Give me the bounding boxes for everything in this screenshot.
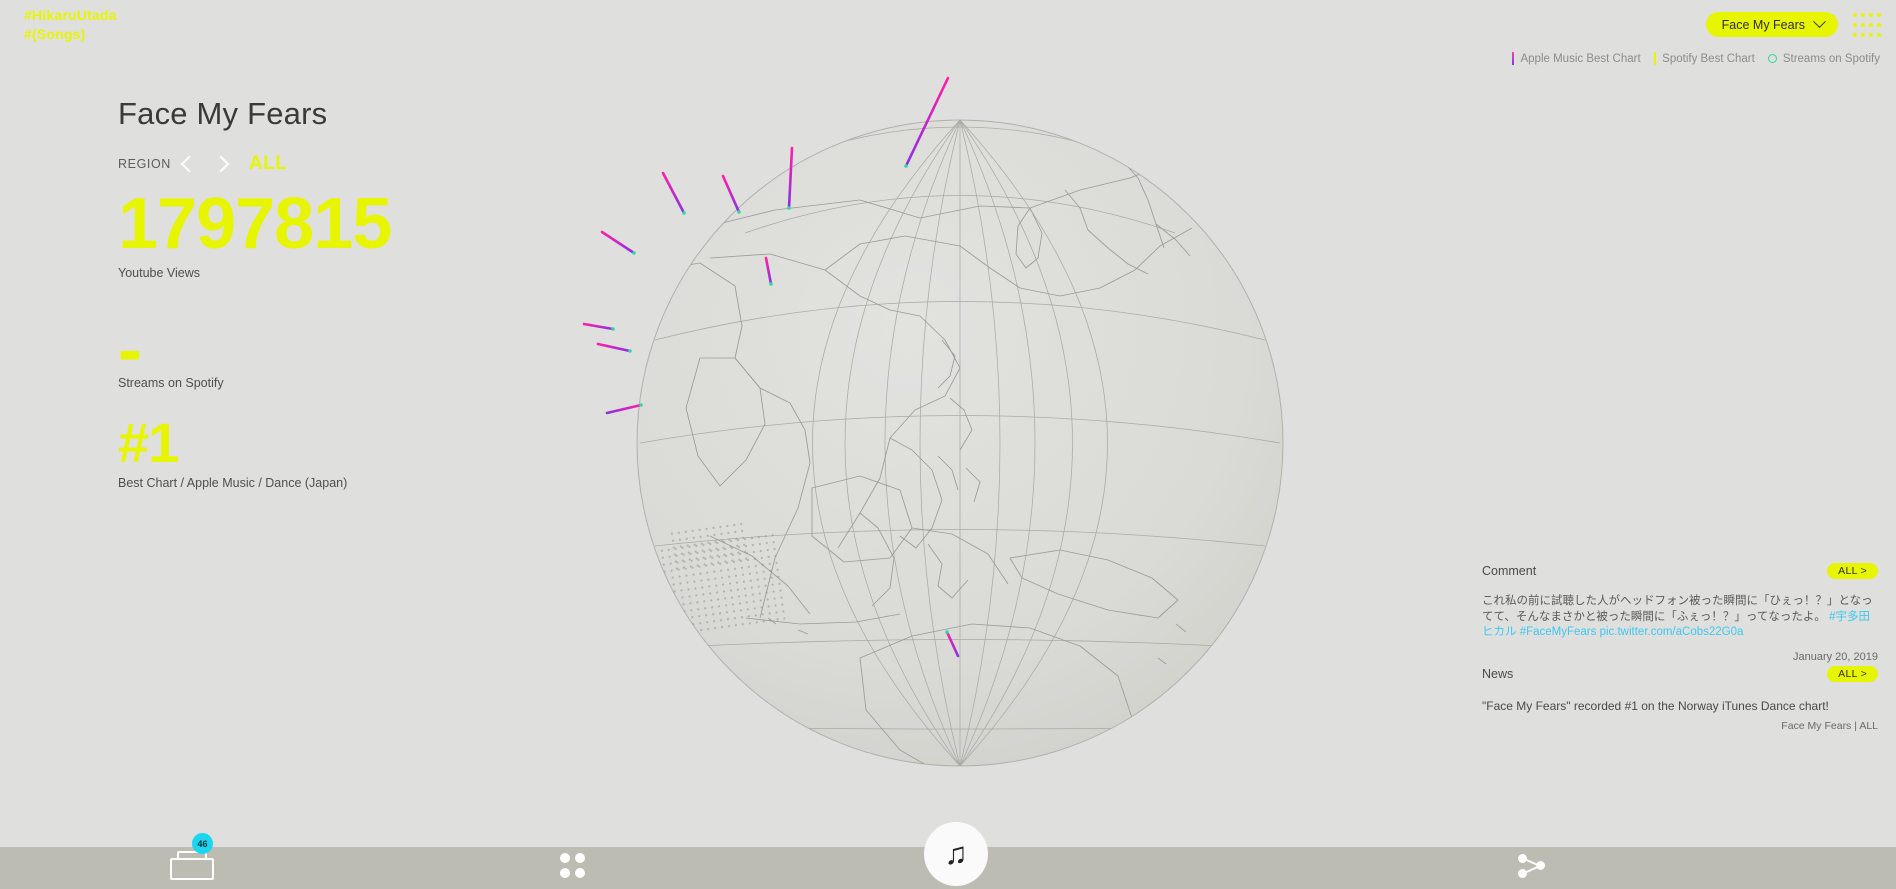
globe-marker-line — [582, 322, 615, 331]
grid-dot — [1860, 32, 1865, 37]
comment-text: これ私の前に試聴した人がヘッドフォン被った瞬間に「ひぇっ！？」となってて、そんな… — [1482, 595, 1873, 623]
globe-marker-line — [661, 171, 686, 215]
grid-dot — [1860, 13, 1865, 18]
news-header: News ALL > — [1482, 663, 1878, 685]
hashtag-block: #HikaruUtada #(Songs) — [24, 6, 117, 44]
globe-marker-line — [596, 342, 632, 353]
legend-marker-bar-icon — [1511, 52, 1515, 65]
metric-value: 1797815 — [118, 184, 392, 264]
quad-dot — [575, 853, 585, 863]
globe-marker-point — [682, 211, 686, 215]
globe-marker-point — [611, 327, 615, 331]
globe-marker-point — [787, 206, 791, 210]
globe-marker-point — [639, 403, 643, 407]
metric-caption: Streams on Spotify — [118, 376, 224, 390]
bottom-toolbar: 46 ♫ — [0, 822, 1896, 889]
page-title: Face My Fears — [118, 96, 328, 131]
quad-dot — [575, 868, 585, 878]
comment-card: Comment ALL > これ私の前に試聴した人がヘッドフォン被った瞬間に「ひ… — [1482, 560, 1878, 663]
comment-heading: Comment — [1482, 564, 1537, 578]
legend-label: Streams on Spotify — [1782, 52, 1880, 65]
grid-dot — [1877, 32, 1882, 37]
globe-visualization[interactable] — [560, 58, 1360, 833]
globe-marker-point — [632, 251, 636, 255]
news-meta-region[interactable]: ALL — [1859, 720, 1878, 732]
globe-marker-line — [787, 146, 794, 210]
chart-legend: Apple Music Best Chart Spotify Best Char… — [1511, 52, 1880, 65]
legend-item-spotify-chart[interactable]: Spotify Best Chart — [1653, 52, 1755, 65]
region-value[interactable]: ALL — [249, 153, 287, 175]
news-meta: Face My Fears | ALL — [1482, 720, 1878, 732]
metric-value: #1 — [118, 411, 179, 474]
grid-dot — [1869, 13, 1874, 18]
comment-date: January 20, 2019 — [1792, 650, 1878, 663]
grid-dot — [1869, 22, 1874, 27]
globe-marker-point — [945, 630, 949, 634]
globe-marker-line — [721, 174, 741, 214]
globe-marker-line — [600, 230, 636, 255]
region-selector: REGION ALL — [118, 150, 548, 178]
grid-dot — [1852, 22, 1857, 27]
news-heading: News — [1482, 667, 1514, 681]
grid-dot — [1852, 32, 1857, 37]
globe-marker-line — [605, 403, 643, 415]
chevron-left-icon[interactable] — [171, 151, 205, 177]
metric-caption: Best Chart / Apple Music / Dance (Japan) — [118, 476, 348, 490]
metric-spotify-streams: - Streams on Spotify — [118, 310, 548, 390]
news-meta-song[interactable]: Face My Fears — [1781, 720, 1851, 732]
news-text[interactable]: "Face My Fears" recorded #1 on the Norwa… — [1482, 699, 1878, 713]
track-info-panel: Face My Fears REGION ALL 1797815 Youtube… — [118, 96, 548, 490]
news-all-button[interactable]: ALL > — [1827, 666, 1878, 682]
inbox-badge: 46 — [192, 833, 213, 854]
grid-dot — [1877, 22, 1882, 27]
globe-marker-point — [904, 164, 908, 168]
globe-marker-point — [628, 349, 632, 353]
grid-dot — [1852, 13, 1857, 18]
metric-youtube-views: 1797815 Youtube Views — [118, 184, 548, 280]
inbox-icon[interactable]: 46 — [170, 833, 214, 881]
legend-marker-ring-icon — [1767, 54, 1777, 63]
share-node — [1518, 854, 1527, 863]
inbox-box — [170, 858, 214, 880]
news-meta-separator: | — [1854, 720, 1857, 732]
legend-label: Apple Music Best Chart — [1520, 52, 1641, 65]
quad-dot — [560, 868, 570, 878]
legend-label: Spotify Best Chart — [1662, 52, 1755, 65]
globe-markers — [582, 76, 960, 658]
chevron-down-icon — [1813, 15, 1826, 29]
comment-all-button[interactable]: ALL > — [1827, 563, 1878, 579]
dot-grid-icon[interactable] — [1852, 12, 1882, 38]
comment-body: これ私の前に試聴した人がヘッドフォン被った瞬間に「ひぇっ！？」となってて、そんな… — [1482, 594, 1878, 641]
chevron-right-icon[interactable] — [205, 151, 239, 177]
globe-marker-point — [769, 282, 773, 286]
comment-header: Comment ALL > — [1482, 560, 1878, 582]
news-card: News ALL > "Face My Fears" recorded #1 o… — [1482, 663, 1878, 732]
song-selector-label: Face My Fears — [1721, 17, 1805, 32]
grid-dot — [1877, 13, 1882, 18]
metric-caption: Youtube Views — [118, 266, 201, 280]
app-root: #HikaruUtada #(Songs) Face My Fears Appl… — [0, 0, 1896, 889]
hashtag-artist[interactable]: #HikaruUtada — [24, 6, 117, 25]
song-selector-button[interactable]: Face My Fears — [1705, 12, 1838, 37]
legend-marker-bar-icon — [1653, 52, 1657, 65]
hashtag-category[interactable]: #(Songs) — [24, 25, 117, 44]
quad-dot — [560, 853, 570, 863]
quad-dots-icon[interactable] — [560, 853, 586, 879]
globe-marker-line — [764, 256, 773, 286]
region-label: REGION — [118, 157, 171, 171]
share-icon[interactable] — [1518, 853, 1548, 879]
globe-marker-line — [904, 76, 950, 168]
grid-dot — [1869, 32, 1874, 37]
grid-dot — [1860, 22, 1865, 27]
music-note-icon[interactable]: ♫ — [924, 822, 988, 886]
globe-marker-line — [945, 630, 960, 658]
legend-item-apple-music[interactable]: Apple Music Best Chart — [1511, 52, 1641, 65]
globe-marker-point — [737, 210, 741, 214]
metric-value: - — [118, 310, 142, 390]
metric-best-chart-rank: #1 Best Chart / Apple Music / Dance (Jap… — [118, 411, 548, 491]
share-node — [1536, 861, 1545, 870]
share-node — [1518, 869, 1527, 878]
legend-item-spotify-streams[interactable]: Streams on Spotify — [1767, 52, 1880, 65]
